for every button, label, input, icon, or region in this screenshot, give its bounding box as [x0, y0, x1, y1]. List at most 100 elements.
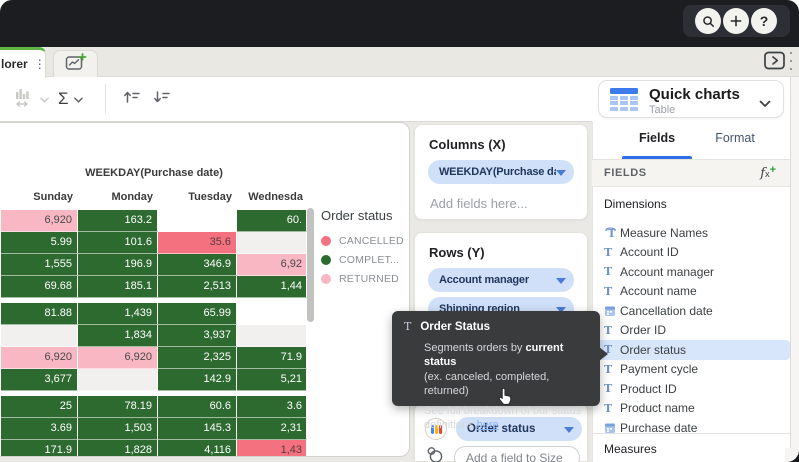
heatmap-cell[interactable]: 163.2: [78, 210, 158, 232]
heatmap-cell[interactable]: 346.9: [158, 254, 237, 276]
heatmap-cell[interactable]: 65.99: [158, 303, 237, 325]
heatmap-cell[interactable]: 2,513: [158, 276, 237, 298]
chevron-down-icon: [556, 163, 566, 181]
chart-toolbar: Σ: [0, 77, 592, 122]
heatmap-cell[interactable]: 2,31: [237, 418, 307, 440]
columns-add-field[interactable]: Add fields here...: [430, 196, 587, 211]
heatmap-cell[interactable]: 60.6: [158, 396, 237, 418]
field-item-order-id[interactable]: TOrder ID: [596, 321, 790, 341]
collapse-panel-icon[interactable]: [764, 51, 786, 71]
heatmap-cell[interactable]: 6,920: [78, 347, 158, 369]
size-field-input[interactable]: Add a field to Size: [454, 446, 580, 462]
tab-explorer[interactable]: lorer ⋮: [0, 47, 46, 78]
heatmap-cell[interactable]: 3,937: [158, 325, 237, 347]
field-item-account-id[interactable]: TAccount ID: [596, 243, 790, 263]
field-item-purchase-date[interactable]: Purchase date: [596, 418, 790, 433]
heatmap-cell[interactable]: 5,21: [237, 369, 307, 391]
heatmap-cell[interactable]: 25: [1, 396, 78, 418]
tooltip-title: Order Status: [420, 320, 490, 335]
field-item-cancellation-date[interactable]: Cancellation date: [596, 301, 790, 321]
legend-item[interactable]: COMPLET...: [321, 250, 409, 269]
heatmap-cell[interactable]: 35.6: [158, 232, 237, 254]
tab-format[interactable]: Format: [704, 131, 766, 145]
heatmap-cell[interactable]: 3.69: [1, 418, 78, 440]
help-button[interactable]: ?: [751, 8, 777, 34]
field-item-product-id[interactable]: TProduct ID: [596, 379, 790, 399]
heatmap-cell[interactable]: [78, 369, 158, 391]
field-item-payment-cycle[interactable]: TPayment cycle: [596, 360, 790, 380]
heatmap-cell[interactable]: 3,677: [1, 369, 78, 391]
heatmap-cell[interactable]: [237, 325, 307, 347]
heatmap-cell[interactable]: 1,44: [237, 276, 307, 298]
column-header: Monday: [78, 191, 158, 203]
heatmap-cell[interactable]: 1,555: [1, 254, 78, 276]
columns-shelf-title: Columns (X): [429, 137, 587, 152]
field-tooltip: T Order Status Segments orders by curren…: [392, 311, 600, 406]
app-window: ? lorer ⋮: [0, 0, 799, 462]
chart-type-picker[interactable]: Quick charts Table: [598, 80, 784, 118]
heatmap-cell[interactable]: [237, 303, 307, 325]
heatmap-cell[interactable]: 1,439: [78, 303, 158, 325]
heatmap-cell[interactable]: 1,828: [78, 440, 158, 457]
text-field-icon: T: [604, 324, 620, 337]
swap-axes-button[interactable]: [13, 77, 49, 121]
text-field-icon: T: [604, 363, 620, 376]
sort-descending-button[interactable]: [152, 77, 172, 121]
heatmap-cell[interactable]: 6,92: [237, 254, 307, 276]
heatmap-cell[interactable]: 171.9: [1, 440, 78, 457]
aggregate-button[interactable]: Σ: [58, 77, 83, 121]
search-button[interactable]: [695, 8, 721, 34]
field-item-account-manager[interactable]: TAccount manager: [596, 262, 790, 282]
sort-ascending-button[interactable]: [122, 77, 142, 121]
legend-dot-icon: [321, 236, 331, 246]
heatmap-cell[interactable]: [237, 232, 307, 254]
heatmap-cell[interactable]: 2,325: [158, 347, 237, 369]
measure-names-field-icon: T: [604, 226, 620, 239]
field-item-account-name[interactable]: TAccount name: [596, 282, 790, 302]
heatmap-cell[interactable]: 71.9: [237, 347, 307, 369]
heatmap-cell[interactable]: 3.6: [237, 396, 307, 418]
status-definitions-link[interactable]: here: [477, 419, 499, 431]
heatmap-cell[interactable]: 60.: [237, 210, 307, 232]
heatmap-cell[interactable]: 78.19: [78, 396, 158, 418]
field-item-order-status[interactable]: TOrder status: [596, 340, 790, 360]
heatmap-cell[interactable]: [1, 325, 78, 347]
field-pill[interactable]: Account manager: [428, 268, 574, 292]
heatmap-cell[interactable]: 69.68: [1, 276, 78, 298]
heatmap-cell[interactable]: 6,920: [1, 210, 78, 232]
dimensions-label: Dimensions: [604, 197, 667, 211]
heatmap-cell[interactable]: 142.9: [158, 369, 237, 391]
heatmap-cell[interactable]: 81.88: [1, 303, 78, 325]
heatmap-cell[interactable]: 1,834: [78, 325, 158, 347]
legend-item[interactable]: RETURNED: [321, 269, 409, 288]
tab-fields[interactable]: Fields: [622, 131, 692, 145]
new-chart-tab[interactable]: [53, 50, 98, 78]
heatmap-cell[interactable]: 1,503: [78, 418, 158, 440]
plus-icon: [729, 14, 743, 28]
tooltip-arrow: [599, 347, 608, 361]
column-header: Sunday: [1, 191, 78, 203]
heatmap-cell[interactable]: 5.99: [1, 232, 78, 254]
heatmap-cell[interactable]: 1,43: [237, 440, 307, 457]
table-scrollbar[interactable]: [307, 208, 314, 322]
rows-shelf: Rows (Y) Account managerShipping region: [414, 232, 588, 317]
panel-drag-dots[interactable]: [790, 52, 793, 70]
add-calculated-field-button[interactable]: fx+: [760, 164, 776, 181]
tab-menu-icon[interactable]: ⋮: [34, 59, 46, 69]
heatmap-cell[interactable]: 185.1: [78, 276, 158, 298]
right-panel: Quick charts Table Fields Format FIELDS …: [592, 77, 799, 462]
field-item-measure-names[interactable]: TMeasure Names: [596, 223, 790, 243]
table-row: 2578.1960.63.6: [1, 396, 307, 418]
heatmap-cell[interactable]: [158, 210, 237, 232]
heatmap-cell[interactable]: 6,920: [1, 347, 78, 369]
heatmap-cell[interactable]: 4,116: [158, 440, 237, 457]
field-pill[interactable]: WEEKDAY(Purchase date): [428, 160, 574, 184]
field-item-product-name[interactable]: TProduct name: [596, 399, 790, 419]
heatmap-cell[interactable]: 196.9: [78, 254, 158, 276]
add-button[interactable]: [723, 8, 749, 34]
heatmap-cell[interactable]: 145.3: [158, 418, 237, 440]
heatmap-cell[interactable]: 101.6: [78, 232, 158, 254]
legend-item[interactable]: CANCELLED: [321, 231, 409, 250]
legend-dot-icon: [321, 255, 331, 265]
table-header-row: SundayMondayTuesdayWednesda: [1, 191, 307, 203]
